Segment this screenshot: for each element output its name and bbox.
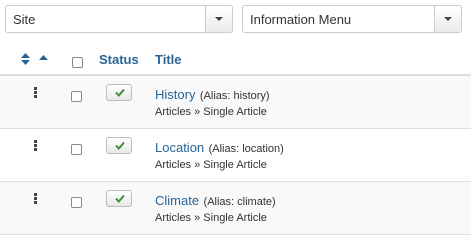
item-title-line: Location (Alias: location): [155, 139, 284, 157]
caret-down-icon: [215, 17, 223, 21]
checkmark-icon: [115, 141, 125, 150]
table-row: Location (Alias: location) Articles » Si…: [0, 129, 471, 182]
item-type: Articles » Single Article: [155, 212, 267, 224]
site-filter-dropdown-button[interactable]: [205, 6, 232, 32]
publish-status-button[interactable]: [106, 84, 132, 101]
check-all-checkbox[interactable]: [72, 57, 83, 68]
item-title-link[interactable]: History: [155, 87, 195, 102]
row-checkbox[interactable]: [71, 144, 82, 155]
item-title-link[interactable]: Climate: [155, 193, 199, 208]
menu-filter-select[interactable]: Information Menu: [242, 5, 462, 33]
menu-filter-value: Information Menu: [250, 12, 352, 27]
table-row: History (Alias: history) Articles » Sing…: [0, 76, 471, 129]
item-type: Articles » Single Article: [155, 106, 267, 118]
drag-handle-icon[interactable]: [34, 193, 38, 205]
menu-filter-dropdown-button[interactable]: [434, 6, 461, 32]
table-row: Climate (Alias: climate) Articles » Sing…: [0, 182, 471, 235]
row-checkbox[interactable]: [71, 91, 82, 102]
table-header: Status Title: [0, 42, 471, 76]
title-column-header[interactable]: Title: [155, 52, 182, 67]
item-alias: (Alias: history): [199, 90, 270, 102]
item-type: Articles » Single Article: [155, 159, 267, 171]
item-title-link[interactable]: Location: [155, 140, 204, 155]
row-checkbox[interactable]: [71, 197, 82, 208]
sort-order-icon[interactable]: [21, 53, 30, 65]
checkmark-icon: [115, 194, 125, 203]
item-title-line: History (Alias: history): [155, 86, 270, 104]
publish-status-button[interactable]: [106, 137, 132, 154]
checkmark-icon: [115, 88, 125, 97]
sort-ascending-icon[interactable]: [39, 54, 48, 61]
publish-status-button[interactable]: [106, 190, 132, 207]
item-alias: (Alias: climate): [203, 196, 276, 208]
item-title-line: Climate (Alias: climate): [155, 192, 276, 210]
item-alias: (Alias: location): [208, 143, 284, 155]
site-filter-select[interactable]: Site: [5, 5, 233, 33]
caret-down-icon: [444, 17, 452, 21]
drag-handle-icon[interactable]: [34, 87, 38, 99]
menu-items-panel: Site Information Menu Status Title Histo…: [0, 0, 471, 245]
status-column-header[interactable]: Status: [99, 52, 139, 67]
drag-handle-icon[interactable]: [34, 140, 38, 152]
site-filter-value: Site: [13, 12, 36, 27]
